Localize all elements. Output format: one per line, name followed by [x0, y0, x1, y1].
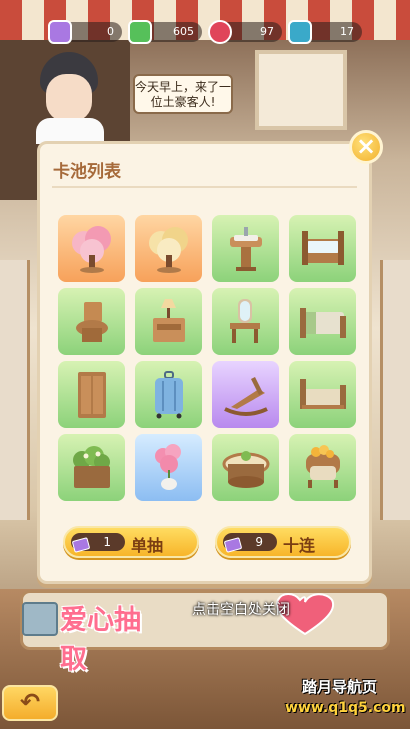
- ticket-count: 0: [107, 25, 114, 38]
- cash-count: 605: [173, 25, 194, 38]
- draw-ten-cost-value: 9: [255, 535, 263, 549]
- item-card-wooden-toilet[interactable]: [58, 288, 125, 355]
- left-shelf: [0, 260, 30, 520]
- item-card-single-bed[interactable]: [289, 288, 356, 355]
- title-divider: [52, 186, 357, 188]
- right-shelf: [380, 260, 410, 520]
- item-card-pink-blossom-tree[interactable]: [58, 215, 125, 282]
- nightstand-lamp-icon: [152, 298, 185, 342]
- close-icon: ×: [355, 132, 377, 160]
- draw-single-button[interactable]: 1 单抽: [63, 526, 199, 558]
- wooden-toilet-icon: [75, 301, 108, 342]
- heart-icon: [208, 20, 232, 44]
- item-card-pink-flower-pot[interactable]: [135, 434, 202, 501]
- card-pool-modal: 卡池列表 1 单抽 9 十连: [37, 141, 372, 584]
- ticket-counter[interactable]: 0: [48, 20, 122, 44]
- gem-counter[interactable]: 17: [288, 20, 362, 44]
- close-hint[interactable]: 点击空白处关闭: [0, 599, 410, 619]
- watermark-title: 踏月导航页: [302, 678, 378, 696]
- npc-speech-bubble: 今天早上，来了一位土豪客人!: [133, 74, 233, 114]
- golden-tree-icon: [148, 226, 188, 273]
- bathtub-icon: [301, 230, 344, 265]
- gem-icon: [288, 20, 312, 44]
- item-card-pedestal-sink[interactable]: [212, 215, 279, 282]
- watermark-url: www.q1q5.com: [285, 700, 406, 716]
- cash-counter[interactable]: 605: [128, 20, 202, 44]
- modal-title: 卡池列表: [53, 162, 121, 182]
- pink-blossom-tree-icon: [71, 225, 111, 273]
- suitcase-icon: [154, 370, 183, 418]
- item-card-suitcase[interactable]: [135, 361, 202, 428]
- ticket-icon: [71, 537, 91, 553]
- wall-board: [255, 50, 347, 130]
- draw-ten-label: 十连: [283, 536, 316, 555]
- wooden-bed-icon: [299, 378, 346, 409]
- flower-armchair-icon: [305, 444, 340, 488]
- item-card-golden-tree[interactable]: [135, 215, 202, 282]
- resource-bar: 0 605 97 17: [48, 20, 362, 44]
- close-button[interactable]: ×: [349, 130, 383, 164]
- item-card-wardrobe[interactable]: [58, 361, 125, 428]
- gem-count: 17: [340, 25, 354, 38]
- vanity-mirror-icon: [229, 298, 260, 343]
- item-card-vanity-mirror[interactable]: [212, 288, 279, 355]
- wardrobe-icon: [77, 371, 106, 418]
- item-card-round-table[interactable]: [212, 434, 279, 501]
- flower-planter-icon: [72, 445, 110, 488]
- draw-single-cost-value: 1: [103, 535, 111, 549]
- draw-ten-button[interactable]: 9 十连: [215, 526, 351, 558]
- back-button[interactable]: ↶: [2, 685, 58, 721]
- cash-icon: [128, 20, 152, 44]
- draw-single-label: 单抽: [131, 536, 164, 555]
- draw-single-cost: 1: [71, 533, 125, 553]
- round-table-icon: [222, 450, 269, 488]
- rocking-chair-icon: [223, 376, 268, 416]
- item-card-flower-planter[interactable]: [58, 434, 125, 501]
- heart-counter[interactable]: 97: [208, 20, 282, 44]
- item-card-wooden-bed[interactable]: [289, 361, 356, 428]
- heart-count: 97: [260, 25, 274, 38]
- ticket-icon: [48, 20, 72, 44]
- pink-flower-pot-icon: [154, 443, 181, 490]
- item-card-nightstand-lamp[interactable]: [135, 288, 202, 355]
- ticket-icon: [223, 537, 243, 553]
- pedestal-sink-icon: [229, 226, 262, 271]
- single-bed-icon: [299, 307, 346, 338]
- npc-character: [30, 52, 110, 144]
- item-card-flower-armchair[interactable]: [289, 434, 356, 501]
- item-card-bathtub[interactable]: [289, 215, 356, 282]
- draw-ten-cost: 9: [223, 533, 277, 553]
- item-card-rocking-chair[interactable]: [212, 361, 279, 428]
- back-arrow-icon: ↶: [19, 688, 41, 716]
